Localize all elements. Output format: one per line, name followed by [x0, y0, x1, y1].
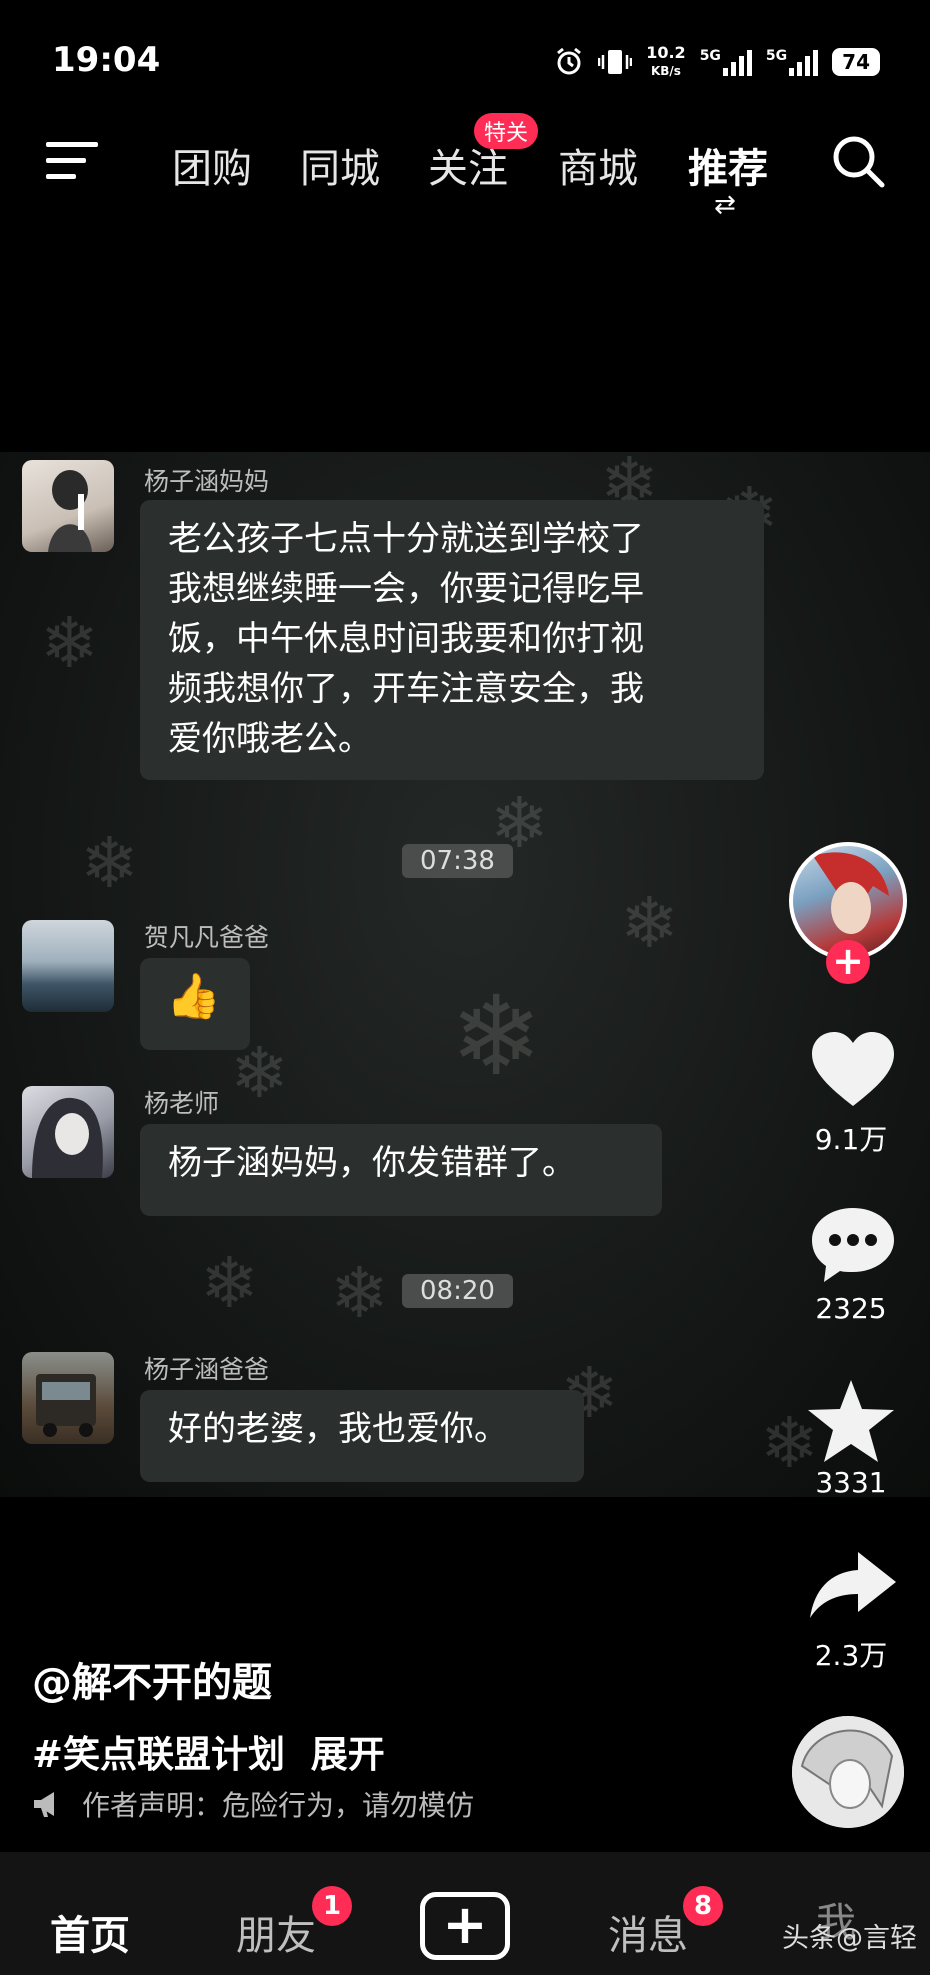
message-line: 老公孩子七点十分就送到学校了 [168, 519, 644, 559]
music-disc[interactable] [792, 1716, 904, 1828]
following-badge: 特关 [474, 113, 539, 149]
time-separator: 07:38 [402, 844, 513, 878]
time-separator: 08:20 [402, 1274, 513, 1308]
favorite-count: 3331 [815, 1466, 887, 1499]
comment-icon[interactable] [810, 1206, 896, 1284]
message-bubble: 杨子涵妈妈，你发错群了。 [140, 1124, 662, 1216]
sender-name: 杨子涵爸爸 [144, 1355, 270, 1384]
tab-local[interactable]: 同城 [300, 136, 380, 194]
vibrate-icon [598, 50, 633, 74]
tab-recommend[interactable]: 推荐 [688, 136, 768, 194]
status-time: 19:04 [52, 40, 161, 80]
net-speed-unit: KB/s [650, 64, 681, 78]
expand-link[interactable]: 展开 [311, 1733, 385, 1776]
avatar [22, 1086, 114, 1178]
messages-badge: 8 [683, 1886, 723, 1926]
like-icon[interactable] [810, 1030, 896, 1110]
comment-count: 2325 [815, 1292, 887, 1325]
signal-icon-2 [789, 48, 819, 76]
follow-button[interactable]: + [826, 940, 870, 984]
nav-messages[interactable]: 消息 [608, 1903, 688, 1961]
caption-text: #笑点联盟计划 展开 [32, 1724, 385, 1778]
message-line: 杨子涵妈妈，你发错群了。 [168, 1143, 576, 1183]
snowflake-icon: ❄ [40, 602, 99, 684]
alarm-icon [557, 47, 582, 75]
like-count: 9.1万 [814, 1123, 888, 1156]
message-line: 爱你哦老公。 [168, 719, 372, 759]
snowflake-icon: ❄ [200, 1242, 259, 1324]
hashtag-link[interactable]: #笑点联盟计划 [32, 1733, 285, 1776]
avatar [22, 1352, 114, 1444]
share-icon[interactable] [808, 1550, 898, 1620]
snowflake-icon: ❄ [620, 882, 679, 964]
declaration-text: 作者声明：危险行为，请勿模仿 [82, 1789, 475, 1822]
watermark: 头条@言轻 [782, 1923, 917, 1954]
author-declaration: 作者声明：危险行为，请勿模仿 [32, 1784, 474, 1824]
message-bubble: 好的老婆，我也爱你。 [140, 1390, 584, 1482]
switch-icon[interactable]: ⇄ [714, 190, 736, 220]
sim2-label: 5G [765, 48, 788, 64]
message-line: 饭，中午休息时间我要和你打视 [168, 619, 644, 659]
megaphone-icon [34, 1792, 54, 1817]
net-speed-value: 10.2 [646, 43, 686, 62]
nav-home[interactable]: 首页 [50, 1903, 130, 1961]
tab-group-buy[interactable]: 团购 [172, 136, 252, 194]
message-bubble: 老公孩子七点十分就送到学校了 我想继续睡一会，你要记得吃早 饭，中午休息时间我要… [140, 500, 764, 780]
author-name[interactable]: @解不开的题 [32, 1650, 272, 1708]
snowflake-icon: ❄ [450, 972, 543, 1100]
sender-name: 贺凡凡爸爸 [144, 923, 270, 952]
star-icon[interactable] [806, 1378, 896, 1464]
message-line: 频我想你了，开车注意安全，我 [168, 669, 644, 709]
thumbs-up-icon: 👍 [166, 971, 221, 1022]
create-button[interactable]: + [420, 1892, 510, 1960]
chat-screenshot: ❄ ❄ ❄ ❄ ❄ ❄ ❄ ❄ ❄ ❄ ❄ ❄ 杨子涵妈妈 老公孩子七点十分就送… [0, 452, 930, 1497]
sender-name: 杨子涵妈妈 [144, 467, 270, 496]
sender-name: 杨老师 [144, 1089, 220, 1118]
sim1-label: 5G [699, 48, 721, 64]
share-count: 2.3万 [814, 1639, 888, 1672]
avatar [22, 460, 114, 552]
battery-icon: 74 [832, 48, 880, 76]
friends-badge: 1 [312, 1886, 352, 1926]
nav-friends[interactable]: 朋友 [236, 1903, 316, 1961]
status-icons: 10.2 KB/s 5G 5G 74 [554, 44, 880, 80]
tab-mall[interactable]: 商城 [558, 136, 638, 194]
snowflake-icon: ❄ [330, 1252, 389, 1334]
snowflake-icon: ❄ [80, 822, 139, 904]
search-icon[interactable] [830, 133, 886, 189]
message-bubble: 👍 [140, 958, 250, 1050]
message-line: 好的老婆，我也爱你。 [168, 1409, 508, 1449]
avatar [22, 920, 114, 1012]
message-line: 我想继续睡一会，你要记得吃早 [168, 569, 644, 609]
menu-icon[interactable] [46, 140, 98, 180]
net-speed: 10.2 KB/s [646, 44, 685, 80]
signal-icon [722, 48, 752, 76]
